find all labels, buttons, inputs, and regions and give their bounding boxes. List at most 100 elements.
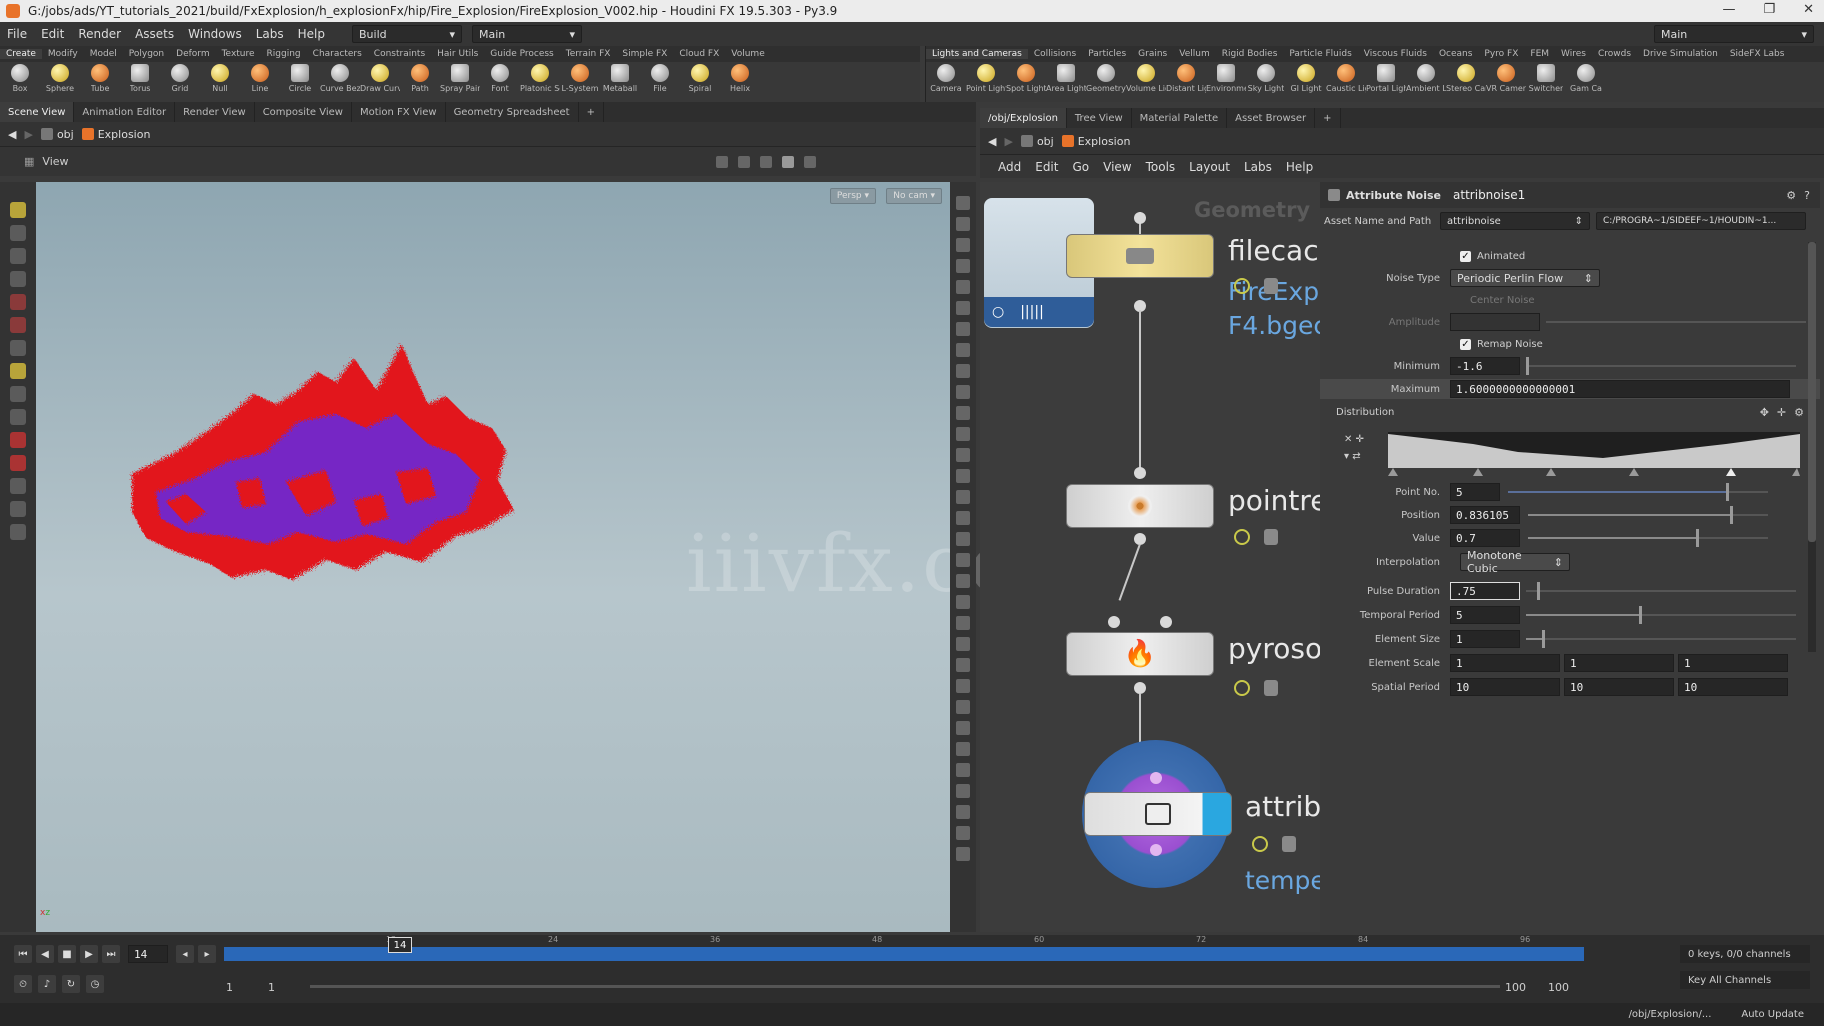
element-size-field[interactable]: 1 <box>1450 630 1520 648</box>
shelf-right-tab[interactable]: Wires <box>1555 49 1592 59</box>
display-toggle-icon[interactable] <box>956 427 970 441</box>
net-menu-edit[interactable]: Edit <box>1035 160 1058 174</box>
maximize-icon[interactable]: ❐ <box>1763 2 1775 17</box>
value-slider[interactable] <box>1528 529 1768 547</box>
shelf-left-tab[interactable]: Create <box>0 49 42 59</box>
shelf-right-tab[interactable]: Crowds <box>1592 49 1637 59</box>
close-icon[interactable]: ✕ <box>1803 2 1814 17</box>
handle-tool-icon[interactable] <box>10 294 26 310</box>
play-icon[interactable]: ▶ <box>80 945 98 963</box>
file-cache-toolbar[interactable]: ○ ||||| <box>984 297 1094 327</box>
step-forward-icon[interactable]: ▸ <box>198 945 216 963</box>
step-back-icon[interactable]: ◂ <box>176 945 194 963</box>
shelf-tool[interactable]: Switcher <box>1526 64 1566 93</box>
breadcrumb-explosion[interactable]: Explosion <box>1061 135 1130 148</box>
range-slider[interactable] <box>310 985 1500 988</box>
loop-icon[interactable]: ↻ <box>62 975 80 993</box>
shelf-right-tab[interactable]: Lights and Cameras <box>926 49 1028 59</box>
display-toggle-icon[interactable] <box>956 364 970 378</box>
position-field[interactable]: 0.836105 <box>1450 506 1520 524</box>
shelf-left-tab[interactable]: Model <box>84 49 123 59</box>
shelf-tool[interactable]: Curve Bezier <box>320 64 360 93</box>
audio-icon[interactable]: ♪ <box>38 975 56 993</box>
shelf-tool[interactable]: Volume Light <box>1126 64 1166 93</box>
shelf-right-tab[interactable]: Particle Fluids <box>1283 49 1357 59</box>
chevron-down-icon[interactable]: ▾ ⇄ <box>1344 451 1364 462</box>
position-slider[interactable] <box>1528 506 1768 524</box>
element-scale-x[interactable]: 1 <box>1450 654 1560 672</box>
shelf-left-tab[interactable]: Terrain FX <box>560 49 617 59</box>
shelf-left-tab[interactable]: Polygon <box>123 49 170 59</box>
display-toggle-icon[interactable] <box>956 343 970 357</box>
node-pyrosource[interactable]: 🔥 <box>1066 632 1214 676</box>
select-tool-icon[interactable] <box>10 202 26 218</box>
current-frame-marker[interactable]: 14 <box>388 937 412 953</box>
display-flag-icon[interactable] <box>1234 529 1250 545</box>
display-toggle-icon[interactable] <box>956 490 970 504</box>
display-toggle-icon[interactable] <box>956 553 970 567</box>
minimum-slider[interactable] <box>1526 357 1796 375</box>
input-port[interactable] <box>1160 616 1172 628</box>
asset-name-dropdown[interactable]: attribnoise ⇕ <box>1440 212 1590 230</box>
parm-scrollbar[interactable] <box>1808 242 1816 652</box>
slider-knob[interactable] <box>1729 506 1733 524</box>
shelf-tool[interactable]: Distant Light <box>1166 64 1206 93</box>
shelf-right-tab[interactable]: Collisions <box>1028 49 1082 59</box>
jump-end-icon[interactable]: ⏭ <box>102 945 120 963</box>
tab-render-view[interactable]: Render View <box>175 102 255 122</box>
display-toggle-icon[interactable] <box>956 532 970 546</box>
shelf-tool[interactable]: Portal Light <box>1366 64 1406 93</box>
display-toggle-icon[interactable] <box>956 847 970 861</box>
tab-composite-view[interactable]: Composite View <box>255 102 352 122</box>
net-menu-view[interactable]: View <box>1103 160 1131 174</box>
shelf-tool[interactable]: Grid <box>160 64 200 93</box>
scene-viewport[interactable]: Persp ▾ No cam ▾ iiivfx.com xz <box>36 182 1095 932</box>
shelf-tool[interactable]: Gam Ca <box>1566 64 1606 93</box>
forward-arrow-icon[interactable]: ▶ <box>24 128 32 141</box>
shelf-left-tab[interactable]: Modify <box>42 49 84 59</box>
tab-animation-editor[interactable]: Animation Editor <box>74 102 176 122</box>
display-toggle-icon[interactable] <box>956 406 970 420</box>
display-toggle-icon[interactable] <box>956 259 970 273</box>
input-port[interactable] <box>1108 616 1120 628</box>
lock-icon[interactable] <box>1282 836 1296 852</box>
menu-edit[interactable]: Edit <box>34 27 71 41</box>
shelf-tool[interactable]: Path <box>400 64 440 93</box>
temporal-period-field[interactable]: 5 <box>1450 606 1520 624</box>
display-option-icon[interactable] <box>738 155 750 168</box>
element-size-slider[interactable] <box>1526 630 1796 648</box>
shelf-tool[interactable]: Draw Curve <box>360 64 400 93</box>
net-menu-add[interactable]: Add <box>998 160 1021 174</box>
shelf-right-tab[interactable]: SideFX Labs <box>1724 49 1791 59</box>
display-toggle-icon[interactable] <box>956 280 970 294</box>
display-toggle-icon[interactable] <box>956 385 970 399</box>
shelf-tool[interactable]: GI Light <box>1286 64 1326 93</box>
shelf-right-tab[interactable]: Vellum <box>1173 49 1215 59</box>
maximum-field[interactable]: 1.6000000000000001 <box>1450 380 1790 398</box>
net-menu-tools[interactable]: Tools <box>1146 160 1176 174</box>
display-toggle-icon[interactable] <box>956 511 970 525</box>
breadcrumb-obj[interactable]: obj <box>40 128 74 141</box>
lock-icon[interactable] <box>1264 278 1278 294</box>
minimum-field[interactable]: -1.6 <box>1450 357 1520 375</box>
view-tool-icon[interactable] <box>10 340 26 356</box>
tab-geometry-spreadsheet[interactable]: Geometry Spreadsheet <box>446 102 579 122</box>
range-start-field[interactable]: 1 <box>226 981 233 994</box>
remap-noise-checkbox[interactable]: ✓ <box>1460 338 1471 350</box>
amplitude-field[interactable] <box>1450 313 1540 331</box>
shelf-tool[interactable]: Stereo Camera <box>1446 64 1486 93</box>
shelf-tool[interactable]: Spray Paint <box>440 64 480 93</box>
display-toggle-icon[interactable] <box>956 448 970 462</box>
pose-tool-icon[interactable] <box>10 317 26 333</box>
realtime-icon[interactable]: ⏲ <box>14 975 32 993</box>
value-field[interactable]: 0.7 <box>1450 529 1520 547</box>
display-toggle-icon[interactable] <box>956 469 970 483</box>
shelf-tool[interactable]: Tube <box>80 64 120 93</box>
spatial-period-z[interactable]: 10 <box>1678 678 1788 696</box>
display-flag-icon[interactable] <box>1234 680 1250 696</box>
shelf-left-tab[interactable]: Characters <box>307 49 368 59</box>
animated-checkbox[interactable]: ✓ <box>1460 250 1471 262</box>
minimize-icon[interactable]: — <box>1722 2 1735 17</box>
output-port[interactable] <box>1134 682 1146 694</box>
back-arrow-icon[interactable]: ◀ <box>988 135 996 148</box>
